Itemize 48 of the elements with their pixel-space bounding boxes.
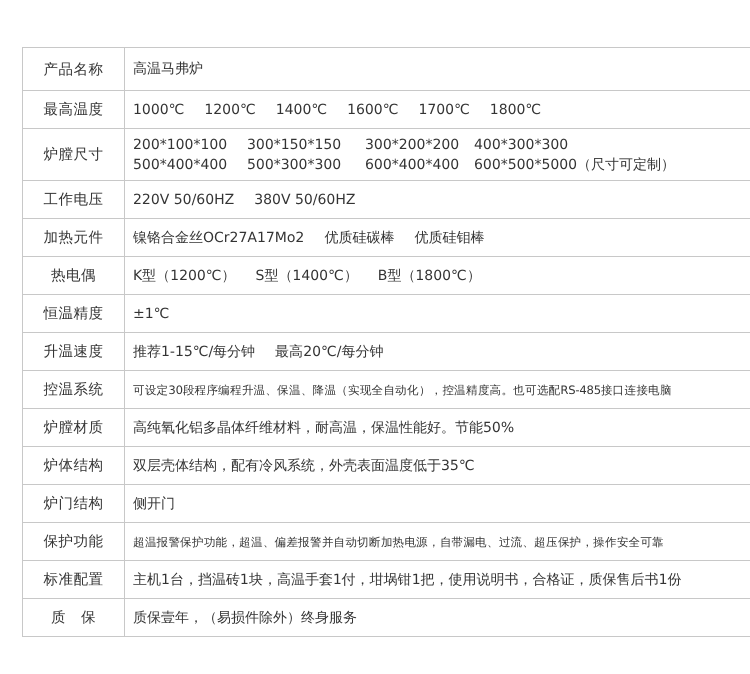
spec-value: 可设定30段程序编程升温、保温、降温（实现全自动化），控温精度高。也可选配RS-485接口连接电脑 <box>133 382 672 398</box>
row-label: 标准配置 <box>42 571 104 589</box>
spec-value: S型（1400℃） <box>256 266 358 286</box>
spec-value: 300*150*150 <box>247 136 342 154</box>
row-label: 保护功能 <box>42 532 104 551</box>
spec-value: 最高20℃/每分钟 <box>275 342 384 362</box>
spec-value: B型（1800℃） <box>378 266 481 286</box>
spec-value: 主机1台，挡温砖1块，高温手套1付，坩埚钳1把，使用说明书，合格证，质保售后书1份 <box>133 570 682 590</box>
spec-value: 高纯氧化铝多晶体纤维材料，耐高温，保温性能好。节能50% <box>133 418 514 438</box>
spec-value: 推荐1-15℃/每分钟 <box>133 342 256 362</box>
row-label: 产品名称 <box>42 60 104 78</box>
spec-value: ±1℃ <box>133 304 170 324</box>
spec-value: 300*200*200 <box>365 136 460 154</box>
spec-value: 1800℃ <box>490 100 542 120</box>
row-label: 最高温度 <box>42 100 104 119</box>
spec-value: 1200℃ <box>204 100 256 120</box>
spec-value: 500*400*400 <box>133 156 228 174</box>
row-label: 控温系统 <box>42 381 104 399</box>
spec-value: 优质硅碳棒 <box>324 228 394 248</box>
row-label: 工作电压 <box>42 191 104 209</box>
row-label: 炉膛材质 <box>42 418 104 437</box>
spec-value: K型（1200℃） <box>133 266 236 286</box>
spec-value: 高温马弗炉 <box>133 60 203 79</box>
row-label: 炉膛尺寸 <box>42 146 104 164</box>
spec-value: 超温报警保护功能，超温、偏差报警并自动切断加热电源，自带漏电、过流、超压保护，操作安全可靠 <box>133 534 664 550</box>
spec-value: 1000℃ <box>133 100 184 120</box>
row-label: 热电偶 <box>50 267 97 285</box>
row-label: 炉体结构 <box>42 456 104 475</box>
row-label: 炉门结构 <box>42 494 104 513</box>
spec-value: 380V 50/60HZ <box>254 190 356 210</box>
spec-value: 双层壳体结构，配有冷风系统，外壳表面温度低于35℃ <box>133 456 475 476</box>
spec-value: 500*300*300 <box>247 156 342 174</box>
spec-value: 220V 50/60HZ <box>133 190 234 210</box>
spec-value: 400*300*300 <box>474 136 570 154</box>
spec-value: 质保壹年，（易损件除外）终身服务 <box>133 608 357 628</box>
row-label: 升温速度 <box>42 342 104 361</box>
row-label: 加热元件 <box>42 229 104 247</box>
spec-value: 优质硅钼棒 <box>414 228 484 248</box>
spec-value: 1700℃ <box>418 100 470 120</box>
spec-value: 600*500*5000（尺寸可定制） <box>474 156 676 174</box>
spec-value: 1600℃ <box>347 100 398 120</box>
spec-value: 600*400*400 <box>365 156 460 174</box>
spec-value: 200*100*100 <box>133 136 228 154</box>
row-label: 恒温精度 <box>42 304 104 323</box>
spec-value: 镍铬合金丝OCr27A17Mo2 <box>133 228 304 248</box>
spec-value: 侧开门 <box>133 494 175 514</box>
spec-value: 1400℃ <box>276 100 328 120</box>
row-label: 质 保 <box>50 609 97 627</box>
